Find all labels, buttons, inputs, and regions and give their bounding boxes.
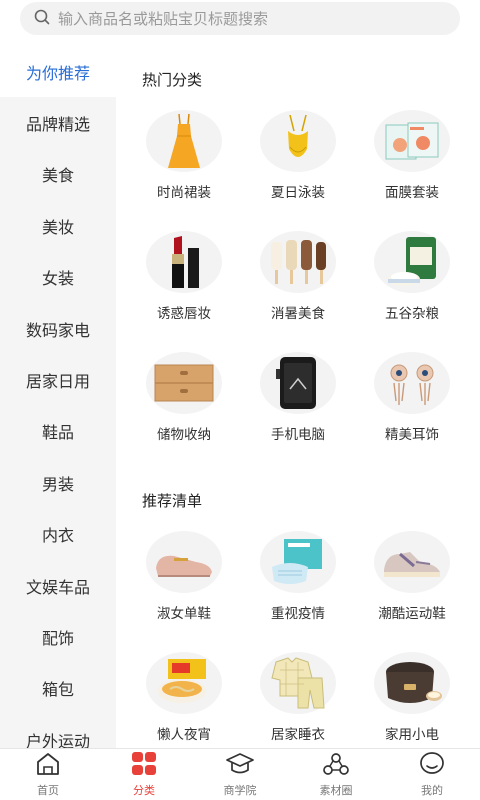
category-item[interactable]: 五谷杂粮 — [355, 223, 469, 344]
category-item[interactable]: 时尚裙装 — [127, 102, 241, 223]
hot-section-title: 热门分类 — [142, 71, 203, 89]
recommend-label: 重视疫情 — [271, 606, 325, 622]
recommend-label: 懒人夜宵 — [157, 727, 211, 743]
drawer-icon — [146, 352, 222, 414]
recommend-item[interactable]: 潮酷运动鞋 — [355, 523, 469, 644]
sidebar-item-home[interactable]: 居家日用 — [0, 354, 116, 405]
category-sidebar: 为你推荐 品牌精选 美食 美妆 女装 数码家电 居家日用 鞋品 男装 内衣 文娱… — [0, 46, 116, 748]
graduation-cap-icon — [225, 752, 255, 780]
sidebar-item-bags[interactable]: 箱包 — [0, 663, 116, 714]
recommend-label: 潮酷运动鞋 — [378, 606, 446, 622]
ricecooker-icon — [374, 652, 450, 714]
recommend-label: 家用小电 — [385, 727, 439, 743]
facemask-icon — [374, 110, 450, 172]
mask-icon — [260, 531, 336, 593]
tab-materials[interactable]: 素材圈 — [288, 749, 384, 800]
category-icon — [131, 751, 157, 780]
category-label: 夏日泳装 — [271, 185, 325, 201]
tab-academy[interactable]: 商学院 — [192, 749, 288, 800]
sidebar-item-digital[interactable]: 数码家电 — [0, 303, 116, 354]
pajamas-icon — [260, 652, 336, 714]
category-label: 手机电脑 — [271, 427, 325, 443]
tab-label: 商学院 — [223, 783, 257, 797]
sidebar-item-women[interactable]: 女装 — [0, 252, 116, 303]
recommend-item[interactable]: 家用小电 — [355, 644, 469, 748]
recommend-label: 淑女单鞋 — [157, 606, 211, 622]
tab-label: 分类 — [133, 783, 155, 797]
tab-home[interactable]: 首页 — [0, 749, 96, 800]
search-header — [0, 0, 480, 40]
earring-icon — [374, 352, 450, 414]
search-input[interactable] — [58, 9, 438, 28]
category-item[interactable]: 诱惑唇妆 — [127, 223, 241, 344]
dress-icon — [146, 110, 222, 172]
tab-label: 素材圈 — [319, 783, 353, 797]
recommend-item[interactable]: 懒人夜宵 — [127, 644, 241, 748]
tab-label: 首页 — [37, 783, 59, 797]
category-label: 精美耳饰 — [385, 427, 439, 443]
noodles-icon — [146, 652, 222, 714]
sidebar-item-entertainment[interactable]: 文娱车品 — [0, 560, 116, 611]
recommend-list-grid: 淑女单鞋 重视疫情 潮酷运动鞋 懒人夜宵 居家睡衣 家用小电 — [127, 523, 480, 748]
home-icon — [35, 752, 61, 780]
hot-category-grid: 时尚裙装 夏日泳装 面膜套装 诱惑唇妆 消暑美食 五谷杂粮 储物收纳 手机电脑 … — [127, 102, 480, 465]
swimsuit-icon — [260, 110, 336, 172]
tab-label: 我的 — [421, 783, 443, 797]
lipstick-icon — [146, 231, 222, 293]
material-circle-icon — [322, 752, 350, 780]
sidebar-item-brand[interactable]: 品牌精选 — [0, 97, 116, 148]
sidebar-item-men[interactable]: 男装 — [0, 457, 116, 508]
recommend-label: 居家睡衣 — [271, 727, 325, 743]
category-item[interactable]: 手机电脑 — [241, 344, 355, 465]
recommend-section-title: 推荐清单 — [142, 492, 203, 510]
recommend-item[interactable]: 重视疫情 — [241, 523, 355, 644]
rice-icon — [374, 231, 450, 293]
search-icon — [34, 9, 50, 29]
sidebar-item-food[interactable]: 美食 — [0, 149, 116, 200]
sidebar-item-accessories[interactable]: 配饰 — [0, 611, 116, 662]
category-item[interactable]: 面膜套装 — [355, 102, 469, 223]
recommend-item[interactable]: 居家睡衣 — [241, 644, 355, 748]
tab-category[interactable]: 分类 — [96, 749, 192, 800]
sneaker-icon — [374, 531, 450, 593]
sidebar-item-beauty[interactable]: 美妆 — [0, 200, 116, 251]
tab-profile[interactable]: 我的 — [384, 749, 480, 800]
category-label: 面膜套装 — [385, 185, 439, 201]
category-label: 五谷杂粮 — [385, 306, 439, 322]
sidebar-item-underwear[interactable]: 内衣 — [0, 509, 116, 560]
category-item[interactable]: 消暑美食 — [241, 223, 355, 344]
category-label: 储物收纳 — [157, 427, 211, 443]
category-item[interactable]: 夏日泳装 — [241, 102, 355, 223]
category-item[interactable]: 储物收纳 — [127, 344, 241, 465]
bottom-tab-bar: 首页 分类 商学院 素材圈 我的 — [0, 748, 480, 800]
category-label: 诱惑唇妆 — [157, 306, 211, 322]
popsicle-icon — [260, 231, 336, 293]
recommend-item[interactable]: 淑女单鞋 — [127, 523, 241, 644]
sidebar-item-recommend[interactable]: 为你推荐 — [0, 46, 116, 98]
sidebar-item-outdoor[interactable]: 户外运动 — [0, 714, 116, 748]
phone-icon — [260, 352, 336, 414]
search-bar[interactable] — [20, 2, 460, 35]
profile-icon — [419, 751, 445, 780]
sidebar-item-shoes[interactable]: 鞋品 — [0, 406, 116, 457]
loafer-icon — [146, 531, 222, 593]
category-label: 消暑美食 — [271, 306, 325, 322]
category-item[interactable]: 精美耳饰 — [355, 344, 469, 465]
category-label: 时尚裙装 — [157, 185, 211, 201]
category-content: 热门分类 时尚裙装 夏日泳装 面膜套装 诱惑唇妆 消暑美食 五谷杂粮 储物收纳 … — [116, 46, 480, 748]
